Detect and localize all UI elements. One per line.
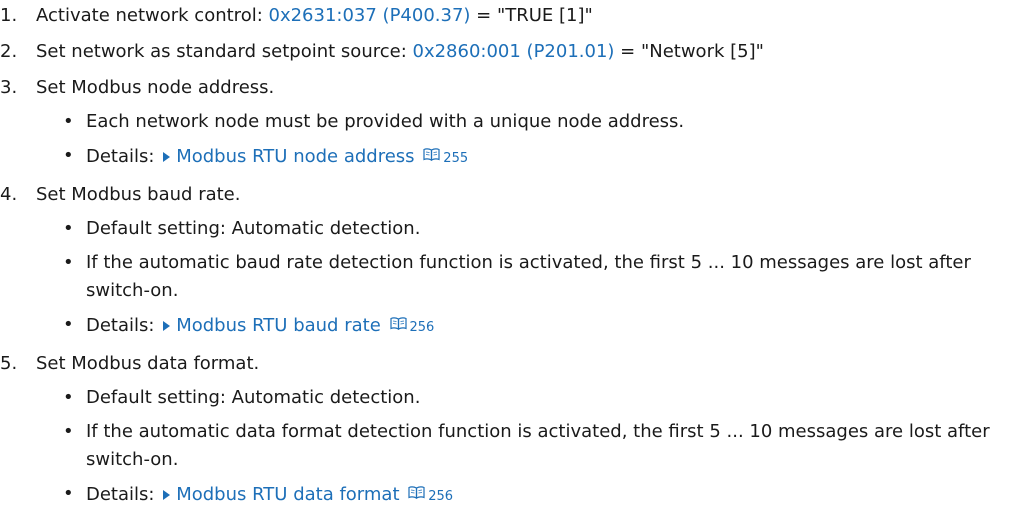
caret-right-icon — [163, 151, 171, 162]
bullet-marker: • — [63, 218, 74, 239]
step-number: 4. — [0, 184, 18, 205]
details-label: Details: — [86, 315, 161, 336]
book-icon — [423, 142, 440, 170]
step-number: 3. — [0, 77, 18, 98]
bullet-text: Default setting: Automatic detection. — [86, 387, 421, 408]
instruction-list: 1. Activate network control: 0x2631:037 … — [0, 2, 1014, 519]
step-2: 2. Set network as standard setpoint sour… — [0, 38, 1014, 66]
bullet-marker: • — [63, 387, 74, 408]
parameter-link[interactable]: 0x2631:037 (P400.37) — [269, 5, 471, 26]
step-number: 2. — [0, 41, 18, 62]
bullet-list: • Each network node must be provided wit… — [36, 108, 1014, 173]
bullet-item: • Each network node must be provided wit… — [36, 108, 1014, 136]
details-link[interactable]: Modbus RTU baud rate — [176, 315, 381, 336]
step-text: Activate network control: — [36, 5, 269, 26]
step-value: = "Network [5]" — [614, 41, 764, 62]
details-label: Details: — [86, 146, 161, 167]
page-reference[interactable]: 255 — [443, 151, 468, 166]
bullet-item: • If the automatic baud rate detection f… — [36, 249, 1014, 305]
details-item: • Details: Modbus RTU data format 256 — [36, 480, 1014, 511]
details-item: • Details: Modbus RTU baud rate 256 — [36, 311, 1014, 342]
bullet-marker: • — [63, 421, 74, 442]
bullet-text: If the automatic baud rate detection fun… — [86, 252, 971, 301]
caret-right-icon — [163, 320, 171, 331]
step-text: Set network as standard setpoint source: — [36, 41, 413, 62]
caret-right-icon — [163, 489, 171, 500]
step-5: 5. Set Modbus data format. • Default set… — [0, 350, 1014, 511]
details-item: • Details: Modbus RTU node address 255 — [36, 142, 1014, 173]
page-reference[interactable]: 256 — [410, 320, 435, 335]
bullet-item: • Default setting: Automatic detection. — [36, 384, 1014, 412]
book-icon — [389, 311, 407, 339]
bullet-item: • If the automatic data format detection… — [36, 418, 1014, 474]
step-1: 1. Activate network control: 0x2631:037 … — [0, 2, 1014, 30]
bullet-text: If the automatic data format detection f… — [86, 421, 990, 470]
bullet-list: • Default setting: Automatic detection. … — [36, 215, 1014, 342]
details-link[interactable]: Modbus RTU data format — [176, 484, 399, 505]
step-text: Set Modbus baud rate. — [36, 184, 241, 205]
bullet-marker: • — [63, 314, 74, 335]
page-reference[interactable]: 256 — [428, 489, 453, 504]
step-3: 3. Set Modbus node address. • Each netwo… — [0, 74, 1014, 173]
book-icon — [408, 480, 425, 508]
bullet-marker: • — [63, 252, 74, 273]
step-value: = "TRUE [1]" — [470, 5, 593, 26]
bullet-text: Each network node must be provided with … — [86, 111, 685, 132]
step-4: 4. Set Modbus baud rate. • Default setti… — [0, 181, 1014, 342]
parameter-link[interactable]: 0x2860:001 (P201.01) — [413, 41, 615, 62]
bullet-marker: • — [63, 483, 74, 504]
bullet-text: Default setting: Automatic detection. — [86, 218, 421, 239]
bullet-item: • Default setting: Automatic detection. — [36, 215, 1014, 243]
step-number: 1. — [0, 5, 18, 26]
bullet-list: • Default setting: Automatic detection. … — [36, 384, 1014, 511]
step-number: 5. — [0, 353, 18, 374]
bullet-marker: • — [63, 145, 74, 166]
step-text: Set Modbus data format. — [36, 353, 260, 374]
details-link[interactable]: Modbus RTU node address — [176, 146, 414, 167]
bullet-marker: • — [63, 111, 74, 132]
step-text: Set Modbus node address. — [36, 77, 275, 98]
details-label: Details: — [86, 484, 161, 505]
